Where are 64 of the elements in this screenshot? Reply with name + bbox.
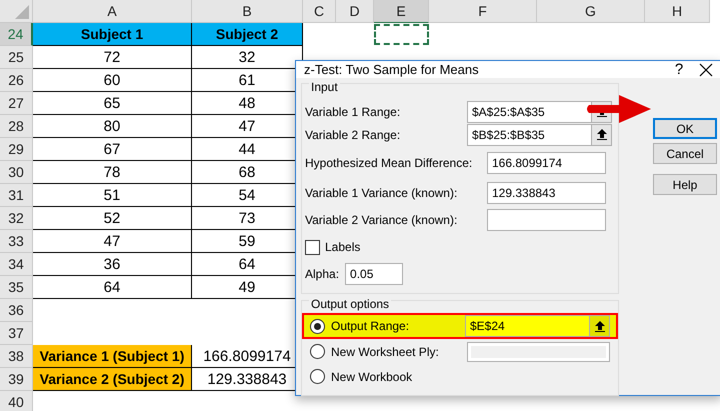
dialog-button[interactable]: Cancel [653, 143, 717, 164]
checkbox-label: Labels [325, 240, 362, 254]
column-header[interactable]: H [645, 0, 710, 23]
table-cell: 67 [33, 138, 192, 161]
column-header[interactable]: F [429, 0, 537, 23]
field-label: Variable 2 Range: [305, 128, 402, 142]
group-title: Input [309, 80, 340, 94]
row-header[interactable]: 31 [0, 184, 33, 207]
row-header[interactable]: 29 [0, 138, 33, 161]
table-cell: 65 [33, 92, 192, 115]
dialog-title: z-Test: Two Sample for Means [304, 62, 480, 77]
input-field[interactable]: 166.8099174 [487, 152, 606, 174]
row-header[interactable]: 37 [0, 322, 33, 345]
row-header[interactable]: 35 [0, 276, 33, 299]
table-cell: 60 [33, 69, 192, 92]
row-header[interactable]: 24 [0, 23, 33, 46]
table-cell: 80 [33, 115, 192, 138]
field-label: Alpha: [305, 267, 340, 281]
help-glyph[interactable]: ? [659, 61, 699, 78]
range-field[interactable]: $A$25:$A$35 [467, 100, 612, 122]
table-cell: 72 [33, 46, 192, 69]
column-header[interactable]: A [33, 0, 192, 23]
column-header[interactable]: G [537, 0, 645, 23]
table-cell: 64 [33, 276, 192, 299]
table-cell: Variance 2 (Subject 2) [33, 368, 192, 391]
row-header[interactable]: 39 [0, 368, 33, 391]
table-cell: 51 [33, 184, 192, 207]
table-cell: 47 [33, 230, 192, 253]
row-header[interactable]: 33 [0, 230, 33, 253]
field-label: Variable 1 Range: [305, 104, 402, 118]
field-label: Hypothesized Mean Difference: [305, 156, 474, 170]
dialog-button[interactable]: Help [653, 174, 717, 195]
table-cell: 36 [33, 253, 192, 276]
dialog-button[interactable]: OK [653, 118, 717, 139]
column-header[interactable]: D [336, 0, 374, 23]
row-header[interactable]: 32 [0, 207, 33, 230]
row-header[interactable]: 34 [0, 253, 33, 276]
field-label: Variable 2 Variance (known): [305, 212, 458, 226]
row-header[interactable]: 26 [0, 69, 33, 92]
radio-label: Output Range: [331, 319, 410, 333]
column-header[interactable]: E [374, 0, 429, 23]
field-label: Variable 1 Variance (known): [305, 186, 458, 200]
table-cell: 32 [192, 46, 303, 69]
group-title: Output options [309, 297, 392, 311]
range-field[interactable]: $B$25:$B$35 [467, 124, 612, 146]
row-header[interactable]: 28 [0, 115, 33, 138]
radio-label: New Workbook [331, 370, 414, 384]
row-header[interactable]: 27 [0, 92, 33, 115]
table-cell: Subject 1 [33, 23, 192, 46]
row-header[interactable]: 30 [0, 161, 33, 184]
column-header[interactable]: C [303, 0, 336, 23]
row-header[interactable]: 36 [0, 299, 33, 322]
input-field[interactable]: 129.338843 [487, 182, 606, 204]
table-cell: Variance 1 (Subject 1) [33, 345, 192, 368]
input-field[interactable]: 0.05 [345, 263, 404, 285]
range-field[interactable]: $E$24 [465, 315, 610, 337]
table-cell: Subject 2 [192, 23, 303, 46]
table-cell: 52 [33, 207, 192, 230]
row-header[interactable]: 25 [0, 46, 33, 69]
table-cell: 78 [33, 161, 192, 184]
radio-label: New Worksheet Ply: [331, 344, 440, 358]
row-header[interactable]: 40 [0, 391, 33, 411]
column-header[interactable]: B [192, 0, 303, 23]
row-header[interactable]: 38 [0, 345, 33, 368]
